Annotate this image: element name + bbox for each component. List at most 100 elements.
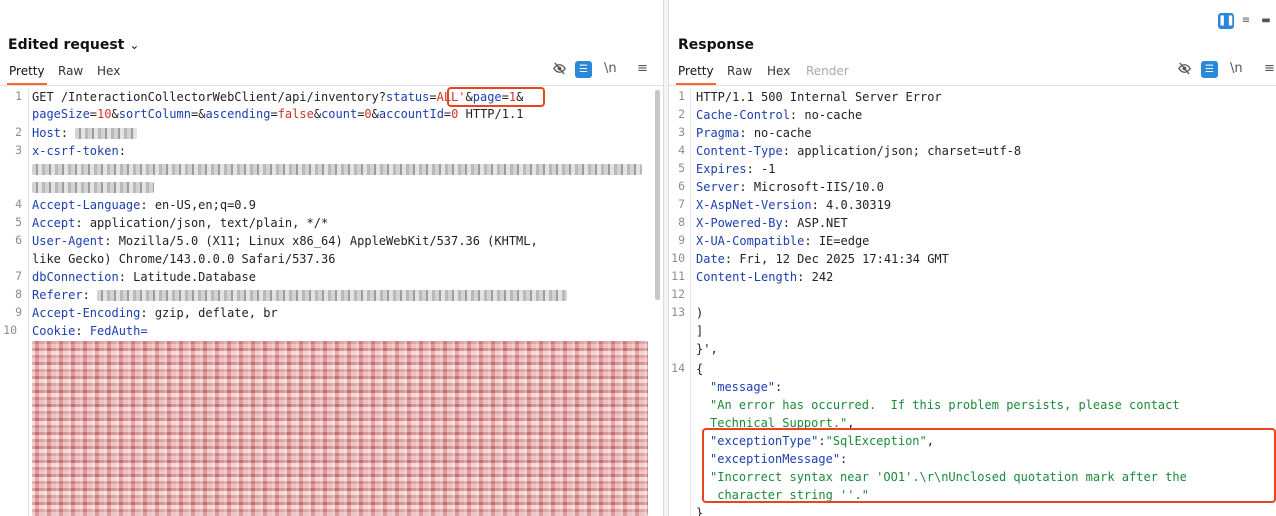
header-value: 4.0.30319	[826, 198, 892, 212]
json-key-line: "message":	[710, 379, 782, 396]
header-name: Cache-Control	[696, 108, 790, 122]
split-horizontal-icon[interactable]: ❚❚	[1218, 13, 1235, 29]
redacted-value	[32, 182, 154, 193]
header-name: Content-Type	[696, 144, 783, 158]
header-line: Cookie: FedAuth=	[32, 323, 148, 340]
request-editor[interactable]: 1 2 3 4 5 6 7 8 9 10 GET /InteractionCol…	[0, 89, 663, 516]
header-colon: :	[804, 234, 819, 248]
eye-slash-icon[interactable]	[1177, 61, 1192, 81]
request-method-path: GET /InteractionCollectorWebClient/api/i…	[32, 90, 387, 104]
header-name: Accept	[32, 216, 76, 230]
header-value: Mozilla/5.0 (X11; Linux x86_64) AppleWeb…	[118, 234, 538, 248]
request-title-dropdown[interactable]: Edited request ⌄	[8, 37, 139, 53]
header-line: Expires: -1	[696, 161, 775, 178]
header-line: X-UA-Compatible: IE=edge	[696, 233, 869, 250]
tab-pretty[interactable]: Pretty	[7, 64, 47, 85]
line-number: 4	[15, 197, 22, 211]
line-number: 6	[15, 233, 22, 247]
header-line: Pragma: no-cache	[696, 125, 812, 142]
header-value: Latitude.Database	[133, 270, 256, 284]
header-colon: :	[60, 126, 76, 140]
header-line: Content-Length: 242	[696, 269, 833, 286]
header-name: X-AspNet-Version	[696, 198, 812, 212]
line-number: 8	[15, 287, 22, 301]
line-number: 5	[15, 215, 22, 229]
header-name: Date	[696, 252, 725, 266]
eye-slash-icon[interactable]	[552, 61, 567, 81]
redacted-line	[32, 161, 642, 178]
line-number: 3	[15, 143, 22, 157]
header-name: Content-Length	[696, 270, 798, 284]
tab-render[interactable]: Render	[806, 64, 849, 78]
equals-sign: =	[429, 90, 437, 104]
header-line: Cache-Control: no-cache	[696, 107, 862, 124]
header-line: Accept-Encoding: gzip, deflate, br	[32, 305, 278, 322]
header-colon: :	[724, 252, 740, 266]
body-close-paren: )	[696, 306, 704, 320]
line-number: 14	[671, 361, 685, 375]
request-scrollbar[interactable]	[655, 90, 660, 300]
header-colon: :	[739, 126, 754, 140]
param-name: pageSize	[32, 107, 90, 121]
newline-toggle[interactable]: \n	[604, 61, 617, 77]
header-value: FedAuth=	[89, 324, 148, 338]
status-line: HTTP/1.1 500 Internal Server Error	[696, 90, 942, 104]
tab-hex[interactable]: Hex	[767, 64, 790, 78]
header-line: User-Agent: Mozilla/5.0 (X11; Linux x86_…	[32, 233, 538, 250]
header-value: ASP.NET	[797, 216, 848, 230]
header-value: like Gecko) Chrome/143.0.0.0 Safari/537.…	[32, 252, 336, 266]
header-name: Expires	[696, 162, 747, 176]
header-line: dbConnection: Latitude.Database	[32, 269, 256, 286]
header-value: application/json, text/plain, */*	[89, 216, 329, 230]
line-number: 4	[678, 143, 685, 157]
header-line: Date: Fri, 12 Dec 2025 17:41:34 GMT	[696, 251, 949, 268]
header-line: X-Powered-By: ASP.NET	[696, 215, 848, 232]
header-name: Host	[32, 126, 61, 140]
json-colon: :	[775, 380, 783, 394]
header-line: Referer:	[32, 287, 568, 304]
header-line: x-csrf-token:	[32, 143, 126, 160]
header-colon: :	[82, 288, 98, 302]
header-colon: :	[118, 144, 126, 158]
header-colon: :	[746, 162, 762, 176]
hamburger-menu-icon[interactable]: ≡	[1264, 61, 1275, 77]
body-close-quote: }',	[696, 342, 718, 356]
tab-raw[interactable]: Raw	[727, 64, 752, 78]
ampersand: &	[313, 107, 322, 121]
body-close-bracket: ]	[696, 324, 704, 338]
split-vertical-icon[interactable]: ≡	[1238, 13, 1254, 29]
header-value: no-cache	[804, 108, 863, 122]
param-name: count	[321, 107, 358, 121]
header-colon: :	[104, 234, 119, 248]
line-number: 9	[678, 233, 685, 247]
param-name: ascending	[205, 107, 271, 121]
injection-highlight-box	[447, 87, 545, 107]
header-colon: :	[75, 324, 90, 338]
line-number: 6	[678, 179, 685, 193]
line-number: 3	[678, 125, 685, 139]
header-name: Referer	[32, 288, 83, 302]
header-colon: :	[140, 306, 155, 320]
tab-hex[interactable]: Hex	[97, 64, 120, 78]
param-name: sortColumn	[118, 107, 191, 121]
header-colon: :	[140, 198, 155, 212]
header-value: IE=edge	[818, 234, 870, 248]
list-icon[interactable]: ☰	[575, 61, 592, 78]
single-pane-icon[interactable]: ▬	[1258, 13, 1274, 29]
header-line: Accept: application/json, text/plain, */…	[32, 215, 328, 232]
redacted-line	[32, 179, 154, 196]
line-number: 11	[671, 269, 685, 283]
line-number: 8	[678, 215, 685, 229]
hamburger-menu-icon[interactable]: ≡	[637, 61, 648, 77]
param-value: 0	[364, 107, 372, 121]
param-value: false	[277, 107, 314, 121]
newline-toggle[interactable]: \n	[1230, 61, 1243, 77]
redacted-cookie-block	[32, 341, 648, 516]
tab-pretty[interactable]: Pretty	[676, 64, 716, 85]
header-value: 242	[811, 270, 834, 284]
header-name: Pragma	[696, 126, 740, 140]
header-name: User-Agent	[32, 234, 105, 248]
sql-error-highlight-box	[702, 428, 1276, 503]
tab-raw[interactable]: Raw	[58, 64, 83, 78]
list-icon[interactable]: ☰	[1201, 61, 1218, 78]
